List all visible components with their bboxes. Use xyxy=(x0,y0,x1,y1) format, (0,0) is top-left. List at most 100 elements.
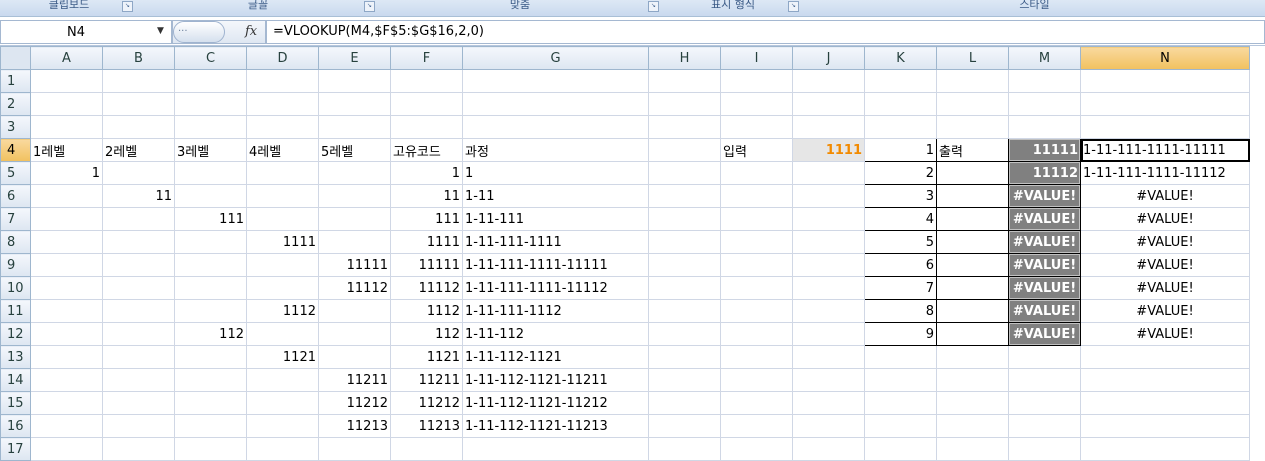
cell-d7[interactable] xyxy=(246,207,319,231)
cell-i4[interactable]: 입력 xyxy=(720,138,793,162)
cell-a1[interactable] xyxy=(30,69,103,93)
cell-i10[interactable] xyxy=(720,276,793,300)
cell-f16[interactable]: 11213 xyxy=(390,414,463,438)
cell-n13[interactable] xyxy=(1080,345,1250,369)
cell-j1[interactable] xyxy=(792,69,865,93)
cell-b8[interactable] xyxy=(102,230,175,254)
cell-g14[interactable]: 1-11-112-1121-11211 xyxy=(462,368,649,392)
cell-c10[interactable] xyxy=(174,276,247,300)
cell-a11[interactable] xyxy=(30,299,103,323)
cell-k7[interactable]: 4 xyxy=(864,207,937,231)
row-header-8[interactable]: 8 xyxy=(0,230,31,254)
cell-a15[interactable] xyxy=(30,391,103,415)
cell-h1[interactable] xyxy=(648,69,721,93)
cell-b17[interactable] xyxy=(102,437,175,461)
cell-d17[interactable] xyxy=(246,437,319,461)
cell-n1[interactable] xyxy=(1080,69,1250,93)
cell-c7[interactable]: 111 xyxy=(174,207,247,231)
cell-k4[interactable]: 1 xyxy=(864,138,937,162)
cell-l5[interactable] xyxy=(936,161,1009,185)
cell-n6[interactable]: #VALUE! xyxy=(1080,184,1250,208)
cell-a3[interactable] xyxy=(30,115,103,139)
cell-g9[interactable]: 1-11-111-1111-11111 xyxy=(462,253,649,277)
cell-d2[interactable] xyxy=(246,92,319,116)
cell-a6[interactable] xyxy=(30,184,103,208)
cell-h13[interactable] xyxy=(648,345,721,369)
cell-h6[interactable] xyxy=(648,184,721,208)
cell-m11[interactable]: #VALUE! xyxy=(1008,299,1081,323)
cell-g16[interactable]: 1-11-112-1121-11213 xyxy=(462,414,649,438)
cell-j3[interactable] xyxy=(792,115,865,139)
cell-j11[interactable] xyxy=(792,299,865,323)
cell-n3[interactable] xyxy=(1080,115,1250,139)
cell-a5[interactable]: 1 xyxy=(30,161,103,185)
select-all-corner[interactable] xyxy=(0,46,31,70)
cell-l9[interactable] xyxy=(936,253,1009,277)
cell-h12[interactable] xyxy=(648,322,721,346)
cell-h14[interactable] xyxy=(648,368,721,392)
cell-l1[interactable] xyxy=(936,69,1009,93)
row-header-6[interactable]: 6 xyxy=(0,184,31,208)
cell-n11[interactable]: #VALUE! xyxy=(1080,299,1250,323)
cell-h11[interactable] xyxy=(648,299,721,323)
cell-f13[interactable]: 1121 xyxy=(390,345,463,369)
cell-j17[interactable] xyxy=(792,437,865,461)
cell-a10[interactable] xyxy=(30,276,103,300)
cell-g10[interactable]: 1-11-111-1111-11112 xyxy=(462,276,649,300)
cell-h17[interactable] xyxy=(648,437,721,461)
cell-f4[interactable]: 고유코드 xyxy=(390,138,463,162)
cell-k12[interactable]: 9 xyxy=(864,322,937,346)
cell-k16[interactable] xyxy=(864,414,937,438)
cell-g7[interactable]: 1-11-111 xyxy=(462,207,649,231)
cell-f6[interactable]: 11 xyxy=(390,184,463,208)
cell-g13[interactable]: 1-11-112-1121 xyxy=(462,345,649,369)
cell-e17[interactable] xyxy=(318,437,391,461)
cell-h16[interactable] xyxy=(648,414,721,438)
cell-l3[interactable] xyxy=(936,115,1009,139)
cell-d9[interactable] xyxy=(246,253,319,277)
cell-f11[interactable]: 1112 xyxy=(390,299,463,323)
font-launcher-icon[interactable]: ↘ xyxy=(364,1,375,12)
cell-h9[interactable] xyxy=(648,253,721,277)
cell-g1[interactable] xyxy=(462,69,649,93)
cell-n9[interactable]: #VALUE! xyxy=(1080,253,1250,277)
cell-e15[interactable]: 11212 xyxy=(318,391,391,415)
cell-a9[interactable] xyxy=(30,253,103,277)
cell-b10[interactable] xyxy=(102,276,175,300)
cell-i5[interactable] xyxy=(720,161,793,185)
cell-g15[interactable]: 1-11-112-1121-11212 xyxy=(462,391,649,415)
column-header-k[interactable]: K xyxy=(864,46,937,70)
cell-f3[interactable] xyxy=(390,115,463,139)
cell-g11[interactable]: 1-11-111-1112 xyxy=(462,299,649,323)
cell-e12[interactable] xyxy=(318,322,391,346)
cell-b16[interactable] xyxy=(102,414,175,438)
cell-i3[interactable] xyxy=(720,115,793,139)
cell-j10[interactable] xyxy=(792,276,865,300)
cell-l8[interactable] xyxy=(936,230,1009,254)
row-header-2[interactable]: 2 xyxy=(0,92,31,116)
cell-m8[interactable]: #VALUE! xyxy=(1008,230,1081,254)
cell-i9[interactable] xyxy=(720,253,793,277)
cell-l2[interactable] xyxy=(936,92,1009,116)
cell-c13[interactable] xyxy=(174,345,247,369)
cell-e5[interactable] xyxy=(318,161,391,185)
cell-e10[interactable]: 11112 xyxy=(318,276,391,300)
cell-n2[interactable] xyxy=(1080,92,1250,116)
cell-m1[interactable] xyxy=(1008,69,1081,93)
cell-m13[interactable] xyxy=(1008,345,1081,369)
row-header-16[interactable]: 16 xyxy=(0,414,31,438)
cell-n8[interactable]: #VALUE! xyxy=(1080,230,1250,254)
column-header-i[interactable]: I xyxy=(720,46,793,70)
row-header-5[interactable]: 5 xyxy=(0,161,31,185)
cell-f2[interactable] xyxy=(390,92,463,116)
cell-j2[interactable] xyxy=(792,92,865,116)
cell-f7[interactable]: 111 xyxy=(390,207,463,231)
clipboard-launcher-icon[interactable]: ↘ xyxy=(122,1,133,12)
cell-h15[interactable] xyxy=(648,391,721,415)
cell-j13[interactable] xyxy=(792,345,865,369)
cell-k6[interactable]: 3 xyxy=(864,184,937,208)
cell-b4[interactable]: 2레벨 xyxy=(102,138,175,162)
column-header-m[interactable]: M xyxy=(1008,46,1081,70)
cell-d11[interactable]: 1112 xyxy=(246,299,319,323)
cell-k1[interactable] xyxy=(864,69,937,93)
